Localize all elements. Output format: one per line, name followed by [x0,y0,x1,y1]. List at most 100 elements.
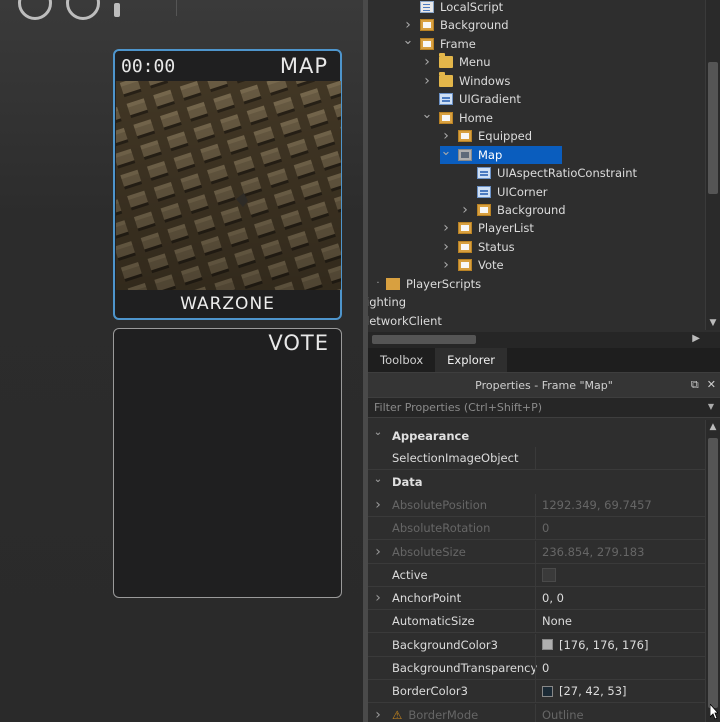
explorer-item-map[interactable]: ⌄ Map [440,144,563,164]
dock-icon[interactable]: ⧉ [691,378,699,392]
property-value[interactable] [535,447,705,470]
scroll-right-icon[interactable]: ▶ [692,333,700,344]
chevron-right-icon[interactable]: › [440,239,452,255]
chevron-right-icon[interactable]: › [421,73,433,89]
explorer-item-menu[interactable]: › Menu [421,53,491,71]
close-icon[interactable]: ✕ [707,378,716,392]
property-row[interactable]: › AbsoluteSize 236.854, 279.183 [368,540,705,564]
explorer-item-playerlist[interactable]: › PlayerList [440,219,534,237]
explorer-item-equipped[interactable]: › Equipped [440,127,532,145]
chevron-right-icon[interactable]: › [421,54,433,70]
explorer-vertical-scrollbar[interactable]: ▼ [705,0,720,330]
chevron-right-icon[interactable]: › [459,202,471,218]
scroll-thumb[interactable] [372,335,476,344]
chevron-down-icon[interactable]: ⌄ [402,33,414,48]
property-value[interactable]: Outline [535,703,705,722]
explorer-item-ighting[interactable]: ighting [368,293,406,311]
property-value[interactable]: 0 [535,657,705,679]
explorer-item-frame[interactable]: ⌄ Frame [402,33,476,53]
scroll-down-icon[interactable]: ▼ [706,318,720,328]
property-row[interactable]: AutomaticSize None [368,610,705,634]
explorer-item-vote[interactable]: › Vote [440,256,503,274]
chevron-down-icon[interactable]: ⌄ [368,474,388,485]
property-value[interactable]: [176, 176, 176] [535,633,705,656]
property-name: ⚠ BorderMode [388,708,535,722]
filter-properties-input[interactable]: Filter Properties (Ctrl+Shift+P) ▼ [368,398,720,418]
active-checkbox[interactable] [542,567,556,582]
filter-placeholder: Filter Properties (Ctrl+Shift+P) [374,401,543,414]
property-value[interactable]: 0, 0 [535,587,705,610]
chevron-right-icon[interactable]: › [440,257,452,273]
explorer-item-uicorner[interactable]: UICorner [459,183,548,201]
property-value[interactable]: 0 [535,517,705,540]
color-swatch[interactable] [542,639,553,651]
property-name-text: BorderMode [408,707,479,722]
explorer-item-localscript[interactable]: LocalScript [402,0,503,16]
property-name: AutomaticSize [388,614,535,628]
tab-explorer[interactable]: Explorer [435,348,508,372]
color-swatch[interactable] [542,685,553,697]
explorer-item-home[interactable]: ⌄ Home [421,107,493,127]
explorer-item-background[interactable]: › Background [402,16,508,34]
explorer-item-letworkclient[interactable]: letworkClient [368,312,442,330]
property-row[interactable]: › AnchorPoint 0, 0 [368,587,705,611]
scroll-up-icon[interactable]: ▲ [706,422,720,432]
section-appearance[interactable]: ⌄ Appearance [368,424,705,447]
chevron-down-icon[interactable]: ⌄ [368,427,388,438]
property-name: BorderColor3 [388,684,535,698]
property-row[interactable]: › ⚠ BorderMode Outline [368,703,705,722]
explorer-item-uigradient[interactable]: UIGradient [421,90,521,108]
explorer-item-playerscripts[interactable]: · PlayerScripts [372,275,481,293]
chevron-right-icon[interactable]: › [368,497,388,513]
filter-dropdown-icon[interactable]: ▼ [708,402,714,411]
frame-icon [420,37,434,50]
property-row[interactable]: › AbsolutePosition 1292.349, 69.7457 [368,493,705,517]
section-title: Appearance [392,428,470,443]
property-row[interactable]: SelectionImageObject [368,447,705,471]
property-row[interactable]: AbsoluteRotation 0 [368,517,705,541]
hud-button-icon[interactable] [66,0,100,20]
hud-button-icon[interactable] [18,0,52,20]
property-value[interactable]: 1292.349, 69.7457 [535,493,705,516]
chevron-right-icon[interactable]: › [368,544,388,560]
chevron-right-icon[interactable]: › [368,707,388,722]
chevron-right-icon[interactable]: › [368,590,388,606]
chevron-right-icon[interactable]: › [440,128,452,144]
property-row[interactable]: BackgroundColor3 [176, 176, 176] [368,633,705,657]
property-value[interactable]: 236.854, 279.183 [535,540,705,563]
scroll-thumb[interactable] [708,62,718,194]
property-value[interactable] [535,563,705,586]
explorer-item-label: UICorner [497,184,548,199]
property-row[interactable]: Active [368,563,705,587]
explorer-item-status[interactable]: › Status [440,238,514,256]
explorer-item-windows[interactable]: › Windows [421,71,511,90]
chevron-down-icon[interactable]: ⌄ [440,144,452,159]
property-name: BackgroundColor3 [388,638,535,652]
frame-icon [458,130,472,143]
explorer-horizontal-scrollbar[interactable]: ▶ [368,332,720,348]
map-card[interactable]: 00:00 MAP WARZONE [113,49,342,320]
property-value[interactable]: None [535,610,705,633]
property-value[interactable]: [27, 42, 53] [535,680,705,703]
explorer-item-label: Windows [459,73,511,88]
chevron-right-icon[interactable]: › [440,220,452,236]
scroll-thumb[interactable] [708,438,718,708]
tab-toolbox[interactable]: Toolbox [368,348,435,372]
chevron-right-icon[interactable]: › [402,17,414,33]
properties-scrollbar[interactable]: ▲ [705,420,720,722]
explorer-item-uiaspectratioconstraint[interactable]: UIAspectRatioConstraint [459,164,637,182]
vote-card[interactable]: VOTE [113,328,342,598]
explorer-item-label: PlayerScripts [406,276,482,291]
frame-icon [458,259,472,272]
explorer-item-background[interactable]: › Background [459,201,565,219]
section-data[interactable]: ⌄ Data [368,470,705,494]
property-name-text: AnchorPoint [392,591,462,606]
property-name: Active [388,568,535,582]
property-row[interactable]: BorderColor3 [27, 42, 53] [368,680,705,704]
chevron-down-icon[interactable]: ⌄ [421,107,433,122]
property-name: AbsolutePosition [388,498,535,512]
property-row[interactable]: BackgroundTransparency 0 [368,657,705,680]
property-value-text: 1292.349, 69.7457 [542,497,652,512]
